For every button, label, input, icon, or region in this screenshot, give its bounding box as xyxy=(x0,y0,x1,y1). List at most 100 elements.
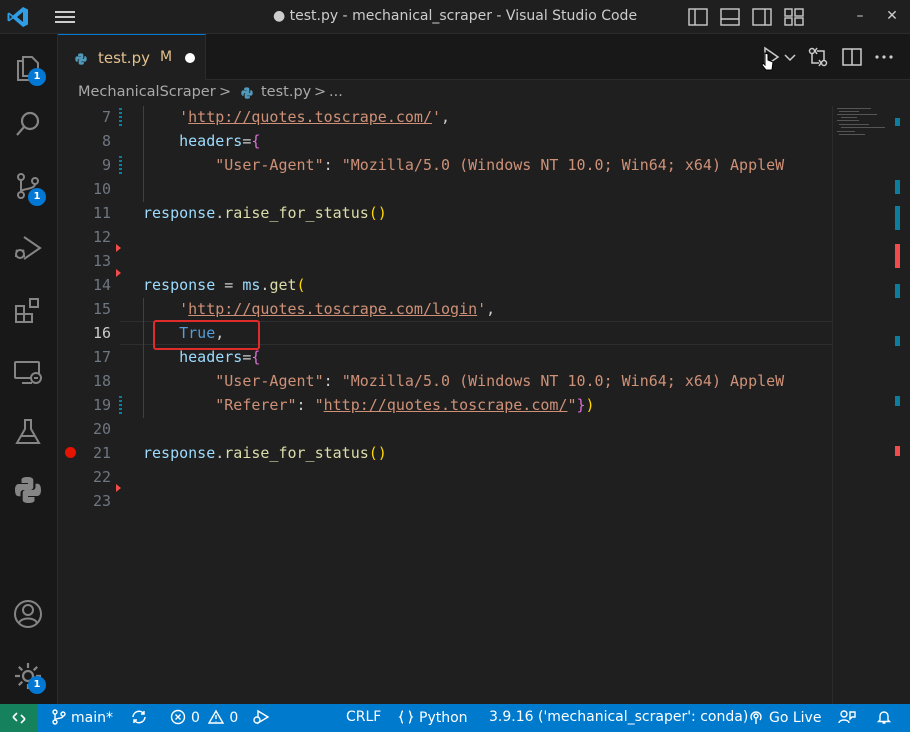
run-dropdown-chevron-down-icon[interactable] xyxy=(782,43,798,71)
code-line: response.raise_for_status() xyxy=(143,204,387,222)
go-live-status-item[interactable]: Go Live xyxy=(748,709,821,726)
line-number: 8 xyxy=(101,132,111,150)
line-number: 22 xyxy=(92,468,111,486)
line-number: 7 xyxy=(101,108,111,126)
search-button[interactable] xyxy=(0,98,58,146)
language-mode-status-item[interactable]: Python xyxy=(398,709,468,726)
source-control-button[interactable]: 1 xyxy=(0,160,58,208)
feedback-icon[interactable] xyxy=(838,709,861,726)
breadcrumb-separator-chevron-icon: > xyxy=(314,84,327,100)
line-number: 11 xyxy=(92,204,111,222)
minimap-change-marker xyxy=(895,180,900,194)
python-file-icon xyxy=(74,51,88,70)
problems-status-item[interactable]: 0 0 xyxy=(170,709,238,726)
broadcast-icon xyxy=(750,711,762,724)
code-string-url: http://quotes.toscrape.com/login xyxy=(188,300,478,318)
code-line: response.raise_for_status() xyxy=(143,444,387,462)
testing-button[interactable] xyxy=(0,406,58,454)
status-bar: main* 0 0 CRLF Python 3.9.16 ('mechanica… xyxy=(0,704,910,732)
warning-count: 0 xyxy=(229,710,239,726)
debug-launch-icon[interactable] xyxy=(252,709,275,726)
line-number: 17 xyxy=(92,348,111,366)
breadcrumb-separator-chevron-icon: > xyxy=(219,84,232,100)
line-number: 19 xyxy=(92,396,111,414)
gutter-change-marker xyxy=(119,108,122,128)
gutter-deleted-marker xyxy=(116,244,121,252)
branch-status-item[interactable]: main* xyxy=(52,709,113,726)
run-debug-button[interactable] xyxy=(0,222,58,270)
remote-indicator-button[interactable] xyxy=(0,704,38,732)
code-line: 'http://quotes.toscrape.com/', xyxy=(179,108,451,126)
language-name: Python xyxy=(419,710,468,726)
end-of-line-status-item[interactable]: CRLF xyxy=(346,709,381,725)
gutter-deleted-marker xyxy=(116,484,121,492)
line-number: 13 xyxy=(92,252,111,270)
code-line: response = ms.get( xyxy=(143,276,306,294)
breadcrumb-python-file-icon xyxy=(240,86,254,104)
line-number: 9 xyxy=(101,156,111,174)
line-number: 21 xyxy=(92,444,111,462)
toggle-secondary-sidebar-icon[interactable] xyxy=(750,5,774,29)
annotation-highlight-box xyxy=(153,320,260,350)
code-line: "User-Agent": "Mozilla/5.0 (Windows NT 1… xyxy=(215,156,785,174)
error-count: 0 xyxy=(191,710,200,726)
line-number: 15 xyxy=(92,300,111,318)
line-number: 10 xyxy=(92,180,111,198)
notifications-bell-icon[interactable] xyxy=(876,709,897,726)
python-interpreter-status-item[interactable]: 3.9.16 ('mechanical_scraper': conda) xyxy=(489,709,748,725)
accounts-button[interactable] xyxy=(0,588,58,636)
more-actions-ellipsis-icon[interactable] xyxy=(870,43,898,71)
extensions-button[interactable] xyxy=(0,284,58,332)
python-icon xyxy=(15,477,41,503)
go-live-label: Go Live xyxy=(769,710,822,726)
minimap-change-marker xyxy=(895,118,900,126)
remote-explorer-icon xyxy=(14,361,42,384)
mouse-cursor-icon xyxy=(760,52,776,72)
breadcrumb-folder[interactable]: MechanicalScraper xyxy=(78,84,216,100)
toggle-panel-icon[interactable] xyxy=(718,5,742,29)
search-icon xyxy=(16,111,40,136)
minimap-change-marker xyxy=(895,284,900,298)
line-number: 18 xyxy=(92,372,111,390)
gutter-deleted-marker xyxy=(116,269,121,277)
split-editor-icon[interactable] xyxy=(838,43,866,71)
tab-test-py[interactable]: test.py M xyxy=(58,34,206,80)
code-line: "Referer": "http://quotes.toscrape.com/"… xyxy=(215,396,595,414)
code-editor[interactable]: 7 8 9 10 11 12 13 14 15 16 17 18 19 20 2… xyxy=(58,106,832,704)
activity-bar: 1 1 1 xyxy=(0,34,58,704)
branch-name: main* xyxy=(71,710,113,726)
sync-icon[interactable] xyxy=(130,709,153,726)
minimap-change-marker xyxy=(895,206,900,230)
code-line: 'http://quotes.toscrape.com/login', xyxy=(179,300,496,318)
account-icon xyxy=(14,600,42,628)
braces-icon xyxy=(398,710,414,724)
explorer-button[interactable]: 1 xyxy=(0,42,58,90)
close-button[interactable]: ✕ xyxy=(872,0,910,34)
customize-layout-icon[interactable] xyxy=(782,5,806,29)
explorer-badge: 1 xyxy=(28,68,46,86)
remote-explorer-button[interactable] xyxy=(0,346,58,394)
tab-filename: test.py xyxy=(98,49,150,67)
toggle-primary-sidebar-icon[interactable] xyxy=(686,5,710,29)
line-number: 14 xyxy=(92,276,111,294)
minimap[interactable] xyxy=(832,106,910,704)
open-changes-icon[interactable] xyxy=(804,43,832,71)
line-number: 20 xyxy=(92,420,111,438)
source-control-badge: 1 xyxy=(28,188,46,206)
extensions-icon xyxy=(15,298,39,323)
breadcrumb-file[interactable]: test.py xyxy=(261,84,311,100)
remote-icon xyxy=(12,712,26,724)
flask-icon xyxy=(15,419,41,444)
python-button[interactable] xyxy=(0,464,58,512)
minimap-change-marker xyxy=(895,336,900,346)
code-line: headers={ xyxy=(179,132,261,150)
code-string-url: http://quotes.toscrape.com/ xyxy=(323,396,568,414)
unsaved-dot-icon[interactable] xyxy=(185,53,195,63)
breadcrumb: MechanicalScraper > test.py > ... xyxy=(58,80,910,106)
minimap-deleted-marker xyxy=(895,446,900,456)
manage-button[interactable]: 1 xyxy=(0,650,58,698)
error-icon xyxy=(170,709,186,725)
run-debug-icon xyxy=(15,236,42,260)
breadcrumb-symbols[interactable]: ... xyxy=(329,84,343,100)
code-line: headers={ xyxy=(179,348,261,366)
